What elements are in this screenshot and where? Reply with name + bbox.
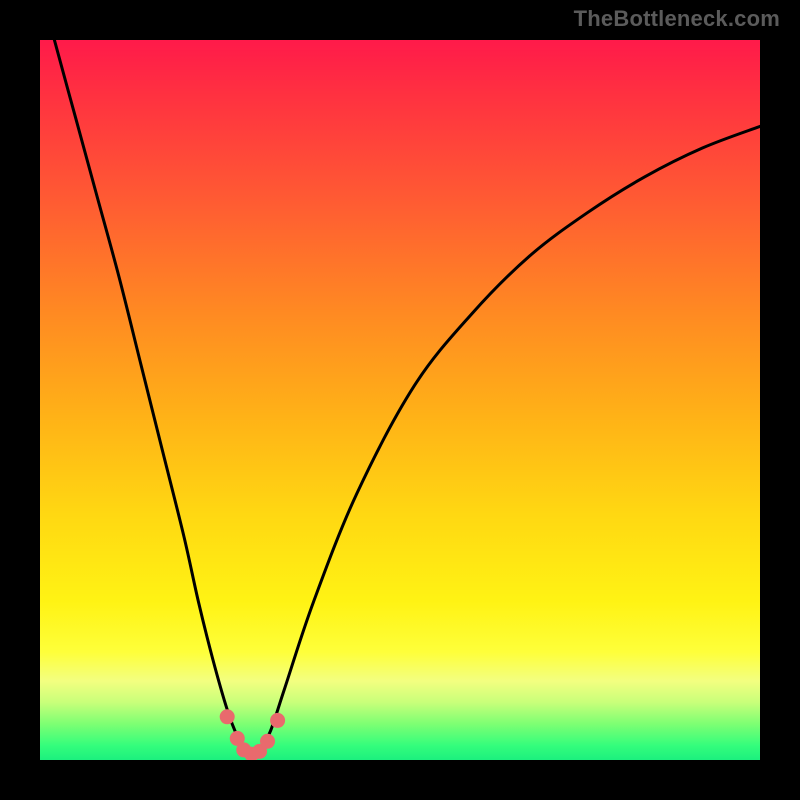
bottleneck-curve [40,40,760,756]
data-point-marker [270,713,285,728]
brand-watermark: TheBottleneck.com [574,6,780,32]
data-point-marker [260,734,275,749]
data-point-marker [220,709,235,724]
chart-frame: TheBottleneck.com [0,0,800,800]
plot-area [40,40,760,760]
curve-layer [40,40,760,760]
